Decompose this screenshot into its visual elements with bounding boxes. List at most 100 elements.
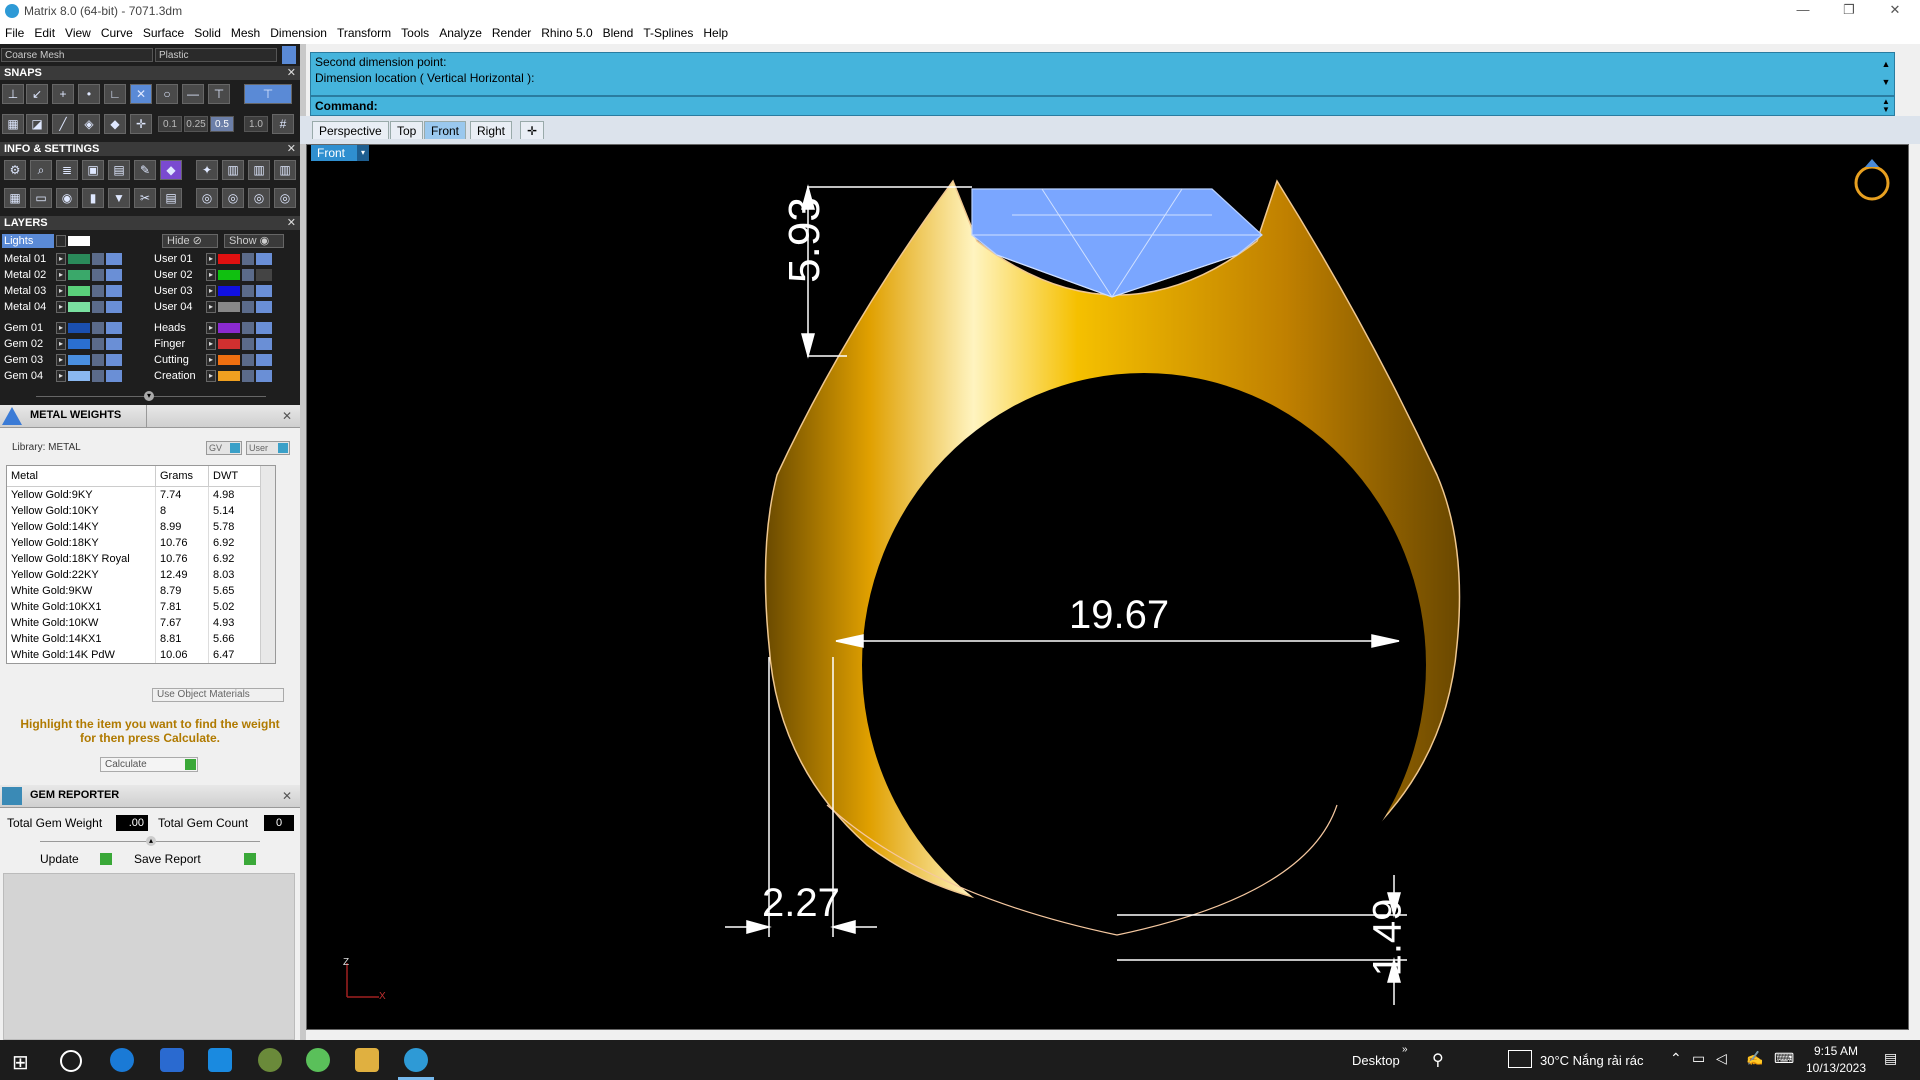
layer-row[interactable]: User 01 ▸ bbox=[154, 252, 294, 266]
snap-int-icon[interactable]: ✕ bbox=[130, 84, 152, 104]
menu-rhino[interactable]: Rhino 5.0 bbox=[536, 22, 597, 44]
search-icon[interactable] bbox=[60, 1050, 82, 1072]
app-icon[interactable] bbox=[306, 1048, 330, 1072]
settings-icon[interactable]: ⚙ bbox=[4, 160, 26, 180]
layer-row[interactable]: Metal 04 ▸ bbox=[4, 300, 144, 314]
windows-icon[interactable]: ▦ bbox=[4, 188, 26, 208]
layer-row[interactable]: Gem 01 ▸ bbox=[4, 321, 144, 335]
menu-dimension[interactable]: Dimension bbox=[265, 22, 332, 44]
gv-toggle[interactable]: GV bbox=[206, 441, 242, 455]
table-row[interactable]: Yellow Gold:14KY 8.99 5.78 bbox=[7, 519, 275, 535]
close-icon[interactable]: ✕ bbox=[287, 216, 296, 230]
menu-transform[interactable]: Transform bbox=[332, 22, 396, 44]
cube-icon[interactable]: ▣ bbox=[82, 160, 104, 180]
close-button[interactable]: ✕ bbox=[1872, 0, 1918, 22]
collapse-icon[interactable]: ▴ bbox=[146, 836, 156, 846]
user-toggle[interactable]: User bbox=[246, 441, 290, 455]
save-icon[interactable]: ▤ bbox=[108, 160, 130, 180]
command-spinner[interactable]: ▲ ▼ bbox=[1880, 98, 1892, 114]
table-row[interactable]: White Gold:10KX1 7.81 5.02 bbox=[7, 599, 275, 615]
add-tab-icon[interactable]: ✛ bbox=[520, 121, 544, 139]
close-icon[interactable]: ✕ bbox=[287, 142, 296, 156]
layer-row[interactable]: Gem 02 ▸ bbox=[4, 337, 144, 351]
expand-arrow-icon[interactable] bbox=[56, 235, 66, 247]
layer-row[interactable]: User 04 ▸ bbox=[154, 300, 294, 314]
report-icon[interactable]: ▥ bbox=[222, 160, 244, 180]
snap-point-icon[interactable]: + bbox=[52, 84, 74, 104]
keyboard-icon[interactable]: ⌨ bbox=[1774, 1050, 1794, 1067]
menu-curve[interactable]: Curve bbox=[96, 22, 138, 44]
calculate-button[interactable]: Calculate bbox=[100, 757, 198, 772]
command-line[interactable]: Command: ▲ ▼ bbox=[310, 96, 1895, 116]
snap-perp-icon[interactable]: ○ bbox=[156, 84, 178, 104]
scissors-icon[interactable]: ✂ bbox=[134, 188, 156, 208]
menu-surface[interactable]: Surface bbox=[138, 22, 189, 44]
mesh-combo[interactable]: Coarse Mesh bbox=[1, 48, 153, 62]
smarttrack-icon[interactable]: ◆ bbox=[104, 114, 126, 134]
menu-render[interactable]: Render bbox=[487, 22, 536, 44]
menu-analyze[interactable]: Analyze bbox=[434, 22, 487, 44]
layer-row[interactable]: Cutting ▸ bbox=[154, 353, 294, 367]
menu-blend[interactable]: Blend bbox=[598, 22, 639, 44]
table-row[interactable]: Yellow Gold:9KY 7.74 4.98 bbox=[7, 486, 275, 503]
gem-icon[interactable]: ✦ bbox=[196, 160, 218, 180]
person-icon[interactable]: ⚲ bbox=[1432, 1050, 1444, 1070]
panel-toggle[interactable] bbox=[282, 46, 296, 64]
weather-text[interactable]: 30°C Nắng rải rác bbox=[1540, 1053, 1643, 1068]
snap-end-icon[interactable]: ⊥ bbox=[2, 84, 24, 104]
planar-icon[interactable]: ╱ bbox=[52, 114, 74, 134]
menu-tsplines[interactable]: T-Splines bbox=[638, 22, 698, 44]
snap-value[interactable]: 0.1 bbox=[158, 116, 182, 132]
matrix-icon[interactable] bbox=[404, 1048, 428, 1072]
tray-chevron-icon[interactable]: ⌃ bbox=[1670, 1050, 1682, 1067]
snap-toggle-icon[interactable]: ⊤ bbox=[244, 84, 292, 104]
save-report-button[interactable]: Save Report bbox=[134, 851, 256, 867]
snap-value[interactable]: 0.25 bbox=[184, 116, 208, 132]
update-button[interactable]: Update bbox=[40, 851, 112, 867]
snap-quad-icon[interactable]: ⊤ bbox=[208, 84, 230, 104]
snap-value[interactable]: 0.5 bbox=[210, 116, 234, 132]
table-row[interactable]: White Gold:9KW 8.79 5.65 bbox=[7, 583, 275, 599]
tab-top[interactable]: Top bbox=[390, 121, 424, 139]
snap-value[interactable]: 1.0 bbox=[244, 116, 268, 132]
search-icon[interactable]: ⌕ bbox=[30, 160, 52, 180]
menu-help[interactable]: Help bbox=[698, 22, 733, 44]
menu-solid[interactable]: Solid bbox=[189, 22, 226, 44]
snap-tan-icon[interactable]: — bbox=[182, 84, 204, 104]
layer-row[interactable]: Heads ▸ bbox=[154, 321, 294, 335]
grid-snap-icon[interactable]: # bbox=[272, 114, 294, 134]
ring2-icon[interactable]: ◎ bbox=[222, 188, 244, 208]
tab-right[interactable]: Right bbox=[470, 121, 513, 139]
clock-date[interactable]: 10/13/2023 bbox=[1800, 1061, 1872, 1075]
table-row[interactable]: White Gold:14KX1 8.81 5.66 bbox=[7, 631, 275, 647]
table-row[interactable]: White Gold:14K PdW 10.06 6.47 bbox=[7, 647, 275, 663]
menu-edit[interactable]: Edit bbox=[29, 22, 60, 44]
layer-row[interactable]: Metal 03 ▸ bbox=[4, 284, 144, 298]
layer-row[interactable]: Finger ▸ bbox=[154, 337, 294, 351]
gumball-icon[interactable]: ✛ bbox=[130, 114, 152, 134]
cylinder-icon[interactable]: ▮ bbox=[82, 188, 104, 208]
notification-icon[interactable]: ▤ bbox=[1884, 1050, 1897, 1067]
menu-view[interactable]: View bbox=[60, 22, 96, 44]
news-icon[interactable] bbox=[1508, 1050, 1532, 1068]
volume-icon[interactable]: ◁ bbox=[1716, 1050, 1727, 1067]
snap-mid-icon[interactable]: • bbox=[78, 84, 100, 104]
layers-icon[interactable]: ≣ bbox=[56, 160, 78, 180]
report3-icon[interactable]: ▥ bbox=[274, 160, 296, 180]
layer-row[interactable]: Gem 04 ▸ bbox=[4, 369, 144, 383]
project-icon[interactable]: ◈ bbox=[78, 114, 100, 134]
layer-row[interactable]: User 03 ▸ bbox=[154, 284, 294, 298]
minimize-button[interactable]: — bbox=[1780, 0, 1826, 22]
command-scrollbar[interactable]: ▲ ▼ bbox=[1880, 55, 1892, 93]
menu-tools[interactable]: Tools bbox=[396, 22, 434, 44]
maximize-button[interactable]: ❐ bbox=[1826, 0, 1872, 22]
start-icon[interactable]: ⊞ bbox=[12, 1050, 29, 1075]
report2-icon[interactable]: ▥ bbox=[248, 160, 270, 180]
table-scrollbar[interactable] bbox=[260, 466, 275, 663]
display-icon[interactable]: ▭ bbox=[30, 188, 52, 208]
collapse-icon[interactable]: ▾ bbox=[144, 391, 154, 401]
layer-row[interactable]: Metal 02 ▸ bbox=[4, 268, 144, 282]
chevron-icon[interactable]: » bbox=[1402, 1044, 1408, 1055]
table-row[interactable]: Yellow Gold:10KY 8 5.14 bbox=[7, 503, 275, 519]
ring-icon[interactable]: ◎ bbox=[196, 188, 218, 208]
